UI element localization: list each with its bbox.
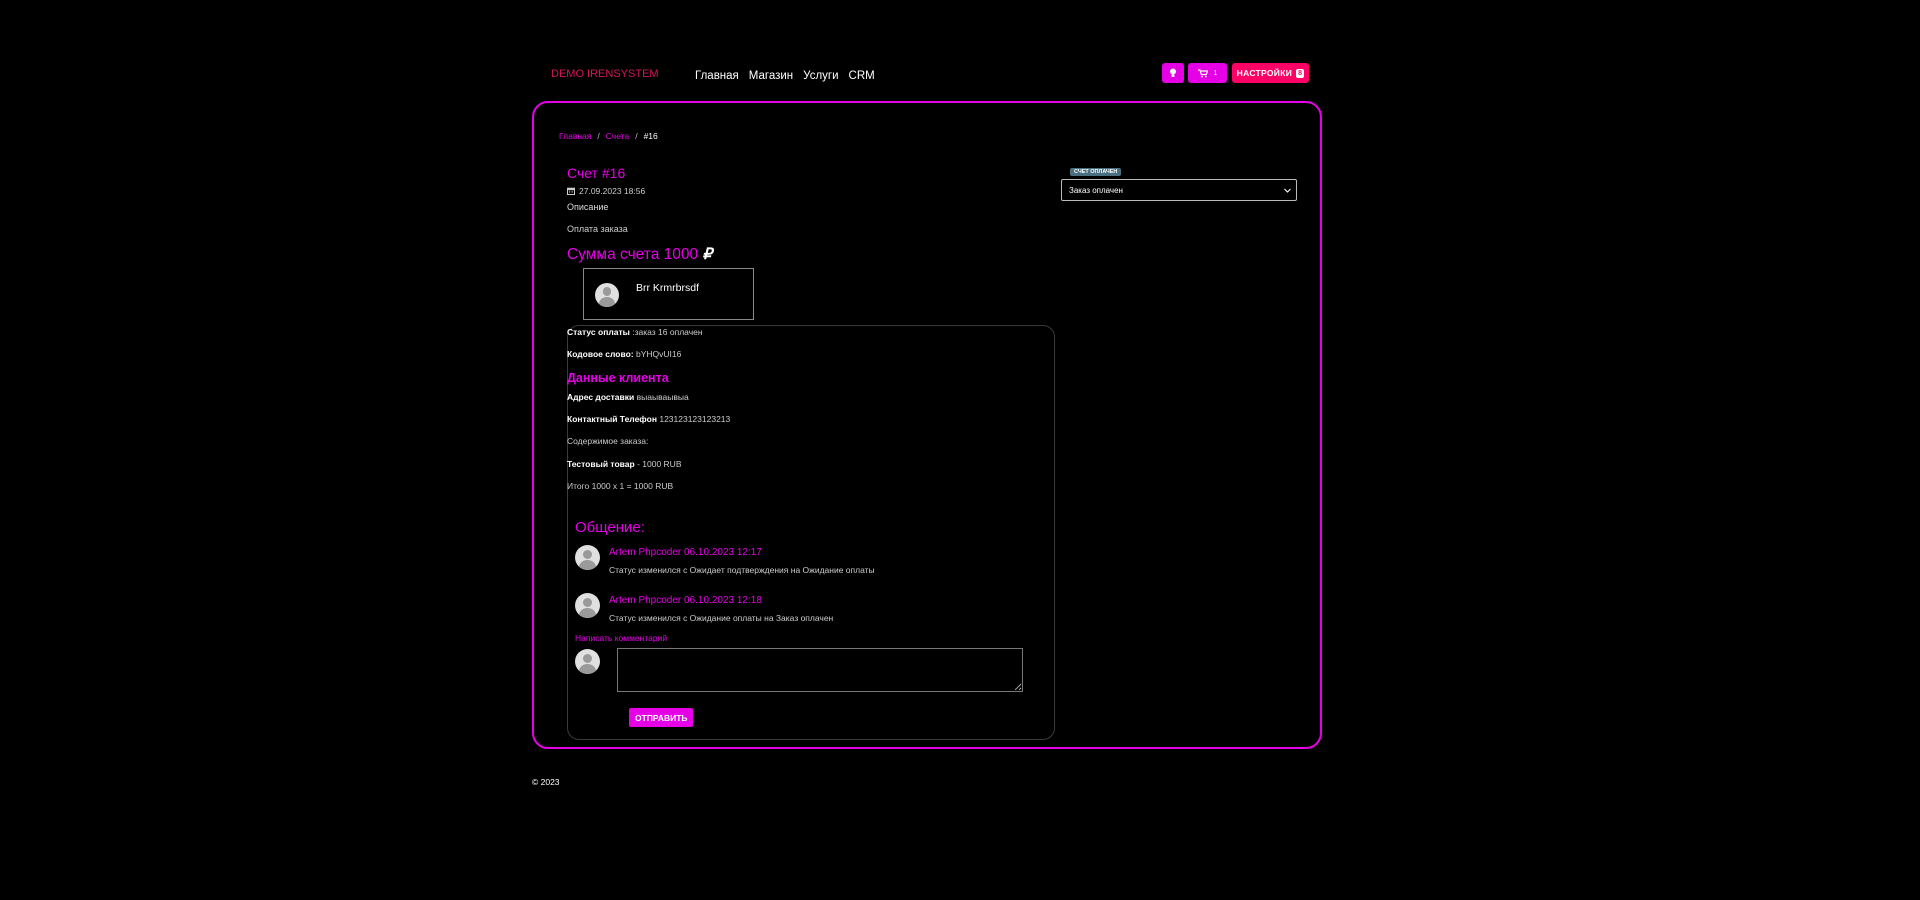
- nav-services[interactable]: Услуги: [803, 70, 838, 82]
- product-name: Тестовый товар: [567, 459, 635, 469]
- cart-count: 1: [1213, 69, 1218, 77]
- calendar-icon: [567, 187, 575, 195]
- breadcrumb-separator: /: [597, 131, 600, 141]
- description-label: Описание: [567, 202, 609, 212]
- product-row: Тестовый товар - 1000 RUB: [567, 459, 682, 469]
- product-price: - 1000 RUB: [637, 459, 682, 469]
- avatar: [575, 649, 600, 674]
- cart-icon: [1197, 68, 1208, 77]
- lightbulb-icon: [1170, 68, 1176, 77]
- nav-shop[interactable]: Магазин: [749, 70, 793, 82]
- currency-symbol: ₽: [702, 246, 713, 263]
- phone-row: Контактный Телефон 123123123123213: [567, 414, 730, 424]
- breadcrumb-separator: /: [635, 131, 638, 141]
- comment-input[interactable]: [617, 648, 1023, 692]
- payment-status-row: Статус оплаты :заказ 16 оплачен: [567, 327, 703, 337]
- client-data-title: Данные клиента: [567, 371, 669, 385]
- order-contents-label: Содержимое заказа:: [567, 436, 649, 446]
- description-text: Оплата заказа: [567, 224, 628, 234]
- comment-author: Artem Phpcoder 06.10.2023 12:17: [609, 547, 762, 558]
- order-total: Итого 1000 х 1 = 1000 RUB: [567, 481, 674, 491]
- breadcrumb-invoices[interactable]: Счета: [606, 131, 629, 141]
- breadcrumb-home[interactable]: Главная: [559, 131, 591, 141]
- footer-copyright: © 2023: [532, 777, 560, 787]
- invoice-date: 27.09.2023 18:56: [567, 186, 645, 196]
- invoice-date-text: 27.09.2023 18:56: [579, 186, 646, 196]
- page-title: Счет #16: [567, 165, 626, 181]
- address-value: выаываывыа: [636, 392, 689, 402]
- main-nav: Главная Магазин Услуги CRM: [695, 70, 875, 82]
- breadcrumb-current: #16: [643, 131, 658, 141]
- nav-home[interactable]: Главная: [695, 70, 739, 82]
- brand-logo[interactable]: DEMO IRENSYSTEM: [551, 68, 659, 80]
- avatar: [575, 545, 600, 570]
- lightbulb-button[interactable]: [1162, 63, 1184, 83]
- comment-author: Artem Phpcoder 06.10.2023 12:18: [609, 595, 762, 606]
- avatar: [575, 593, 600, 618]
- chevron-down-icon: [1284, 188, 1291, 193]
- invoice-sum-label: Сумма счета 1000: [567, 246, 699, 263]
- status-badge: СЧЕТ ОПЛАЧЕН: [1070, 168, 1122, 176]
- invoice-sum: Сумма счета 1000 ₽: [567, 245, 712, 264]
- phone-value: 123123123123213: [659, 414, 731, 424]
- breadcrumb: Главная / Счета / #16: [559, 131, 658, 141]
- codeword-row: Кодовое слово: bYHQvUI16: [567, 349, 681, 359]
- address-row: Адрес доставки выаываывыа: [567, 392, 689, 402]
- payment-status-value: :заказ 16 оплачен: [632, 327, 703, 337]
- comments-title: Общение:: [575, 519, 645, 536]
- order-status-selected: Заказ оплачен: [1069, 185, 1123, 195]
- phone-label: Контактный Телефон: [567, 414, 657, 424]
- cart-button[interactable]: 1: [1188, 63, 1227, 83]
- address-label: Адрес доставки: [567, 392, 635, 402]
- settings-button[interactable]: НАСТРОЙКИ 8: [1232, 63, 1309, 83]
- settings-label: НАСТРОЙКИ: [1236, 68, 1293, 78]
- avatar: [595, 283, 619, 307]
- write-comment-label: Написать комментарий: [575, 633, 668, 643]
- nav-crm[interactable]: CRM: [849, 70, 875, 82]
- codeword-label: Кодовое слово:: [567, 349, 634, 359]
- settings-badge: 8: [1296, 68, 1305, 78]
- comment-text: Статус изменился с Ожидание оплаты на За…: [609, 613, 834, 623]
- payment-status-label: Статус оплаты: [567, 327, 630, 337]
- customer-name[interactable]: Brr Krmrbrsdf: [636, 282, 699, 294]
- comment-text: Статус изменился с Ожидает подтверждения…: [609, 565, 875, 575]
- send-button[interactable]: ОТПРАВИТЬ: [629, 708, 693, 727]
- codeword-value: bYHQvUI16: [635, 349, 682, 359]
- order-status-select[interactable]: Заказ оплачен: [1061, 179, 1297, 201]
